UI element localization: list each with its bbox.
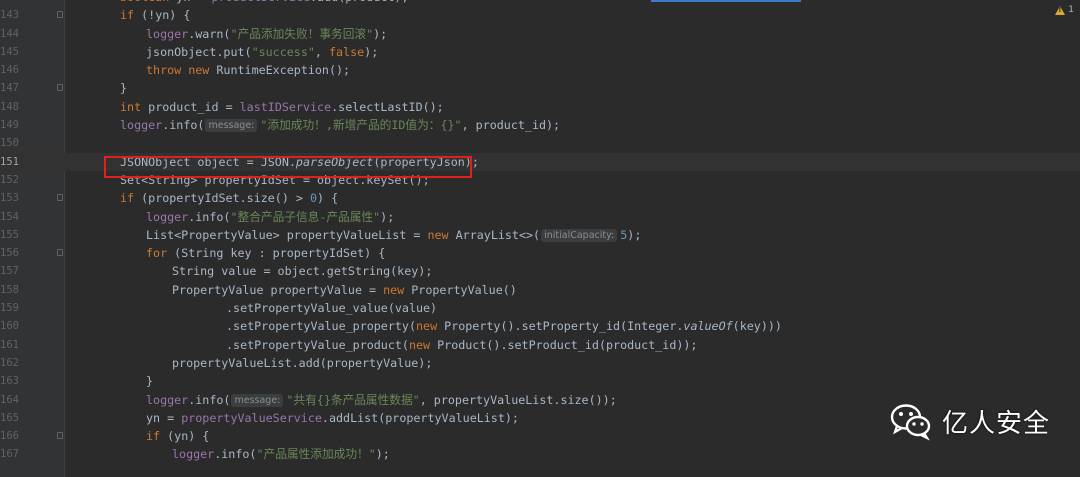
code-line[interactable]: .setPropertyValue_product(new Product().… [66, 336, 697, 354]
line-number: 159 [0, 302, 19, 315]
line-number: 156 [0, 247, 19, 260]
fold-icon[interactable] [57, 84, 63, 92]
line-number: 150 [0, 137, 19, 150]
line-number: 162 [0, 356, 19, 369]
code-line[interactable]: yn = propertyValueService.addList(proper… [66, 409, 519, 427]
line-number: 164 [0, 393, 19, 406]
line-number: 146 [0, 64, 19, 77]
code-line[interactable]: .setPropertyValue_property(new Property(… [66, 317, 782, 335]
code-line[interactable]: } [66, 79, 127, 97]
code-line[interactable]: .setPropertyValue_value(value) [66, 299, 437, 317]
line-number: 157 [0, 265, 19, 278]
line-number: 163 [0, 375, 19, 388]
warning-count: 1 [1068, 5, 1074, 15]
parameter-hint: message: [231, 393, 284, 407]
line-number: 167 [0, 448, 19, 461]
line-number: 155 [0, 228, 19, 241]
code-line[interactable]: if (!yn) { [66, 6, 190, 24]
code-line[interactable]: logger.info(message: "共有{}条产品属性数据", prope… [66, 391, 617, 409]
code-line[interactable]: jsonObject.put("success", false); [66, 43, 378, 61]
fold-icon[interactable] [57, 11, 63, 19]
code-line[interactable]: if (propertyIdSet.size() > 0) { [66, 189, 338, 207]
warning-indicator[interactable]: 1 [1055, 5, 1074, 15]
line-number: 144 [0, 27, 19, 40]
line-number: 154 [0, 210, 19, 223]
line-number: 152 [0, 173, 19, 186]
code-line[interactable]: logger.info("整合产品子信息-产品属性"); [66, 208, 394, 226]
line-number: 149 [0, 119, 19, 132]
line-number: 153 [0, 192, 19, 205]
line-number: 161 [0, 338, 19, 351]
line-number: 147 [0, 82, 19, 95]
line-number: 158 [0, 283, 19, 296]
line-number: 165 [0, 411, 19, 424]
line-number: 145 [0, 45, 19, 58]
parameter-hint: message: [205, 119, 258, 133]
code-line[interactable]: propertyValueList.add(propertyValue); [66, 354, 432, 372]
parameter-hint: initialCapacity: [541, 228, 618, 242]
code-lines: 142 boolean yn = productService.add(prod… [0, 0, 1080, 464]
line-number: 148 [0, 100, 19, 113]
fold-icon[interactable] [57, 432, 63, 440]
code-line[interactable]: if (yn) { [66, 427, 209, 445]
highlight-box [104, 156, 472, 178]
code-line[interactable]: List<PropertyValue> propertyValueList = … [66, 226, 641, 244]
code-line[interactable]: logger.info("产品属性添加成功！"); [66, 445, 390, 463]
fold-icon[interactable] [57, 194, 63, 202]
code-line[interactable]: logger.info(message: "添加成功！,新增产品的ID值为：{}"… [66, 116, 560, 134]
code-line[interactable]: } [66, 372, 153, 390]
watermark-text: 亿人安全 [942, 408, 1051, 439]
code-line[interactable]: int product_id = lastIDService.selectLas… [66, 98, 444, 116]
watermark: 亿人安全 [888, 398, 1050, 444]
line-number: 151 [0, 155, 19, 168]
line-number: 166 [0, 430, 19, 443]
code-line[interactable]: throw new RuntimeException(); [66, 61, 350, 79]
code-line[interactable]: String value = object.getString(key); [66, 262, 432, 280]
fold-icon[interactable] [57, 249, 63, 257]
wechat-icon [890, 404, 931, 441]
line-number: 160 [0, 320, 19, 333]
code-line[interactable]: for (String key : propertyIdSet) { [66, 244, 385, 262]
code-line[interactable]: PropertyValue propertyValue = new Proper… [66, 281, 517, 299]
code-line[interactable]: logger.warn("产品添加失败！事务回滚"); [66, 25, 387, 43]
warning-triangle-icon [1055, 5, 1066, 15]
code-editor[interactable]: 142 boolean yn = productService.add(prod… [0, 0, 1080, 477]
line-number: 143 [0, 9, 19, 22]
